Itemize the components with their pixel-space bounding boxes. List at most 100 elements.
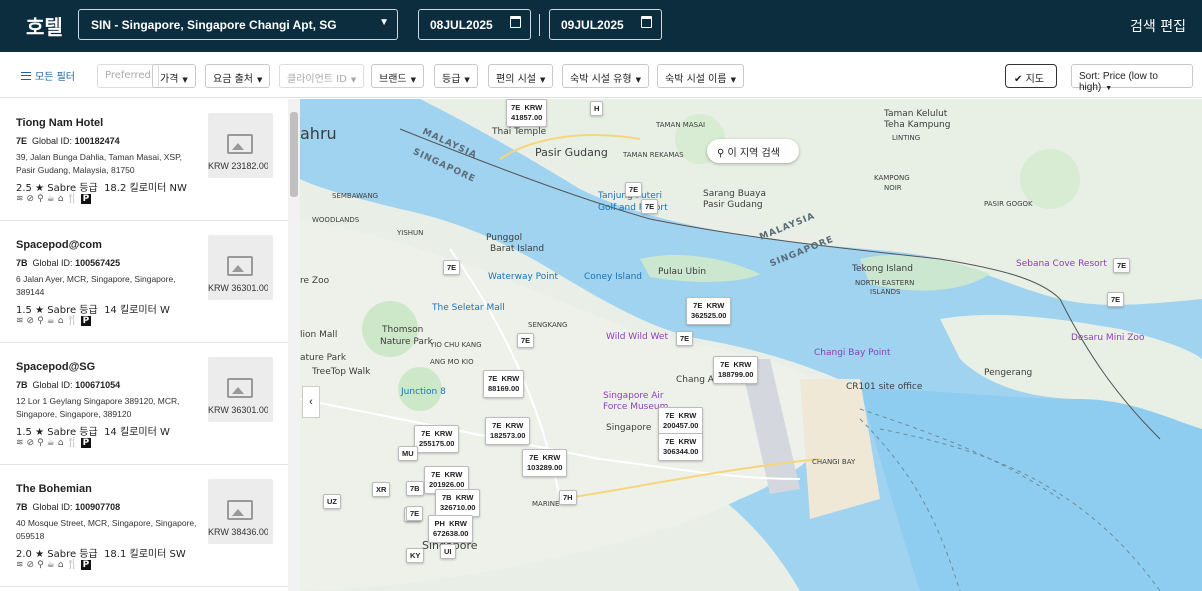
map-marker[interactable]: 7E: [406, 506, 424, 521]
grade-text: Sabre 등급: [47, 549, 98, 560]
map-label: SEMBAWANG: [332, 192, 379, 200]
map-label: ature Park: [300, 353, 347, 363]
hotel-ids: 7B Global ID: 100671054: [16, 380, 120, 390]
price-pin[interactable]: 7E KRW 103289.00: [522, 449, 568, 477]
location-select[interactable]: SIN - Singapore, Singapore Changi Apt, S…: [78, 9, 398, 40]
hotel-rating-row: 1.5 ★ Sabre 등급 14 킬로미터 W: [16, 301, 170, 316]
hotel-name[interactable]: Spacepod@com: [16, 239, 102, 251]
map-marker[interactable]: 7E: [641, 199, 659, 214]
price-pin[interactable]: 7E KRW 182573.00: [485, 417, 531, 445]
map-marker[interactable]: 7B: [406, 481, 424, 496]
hotel-name[interactable]: Spacepod@SG: [16, 361, 95, 373]
rate-source-filter[interactable]: 요금 출처 ▼: [205, 64, 271, 88]
chevron-down-icon: ▼: [1105, 85, 1113, 92]
map-label: Singapore Air: [603, 391, 664, 401]
price-pin[interactable]: 7E KRW 41857.00: [506, 99, 548, 127]
pin-code: 7E KRW: [527, 453, 562, 463]
hotel-card[interactable]: The Bohemian 7B Global ID: 100907708 40 …: [0, 465, 288, 587]
price-pin[interactable]: 7E KRW 255175.00: [414, 425, 460, 453]
price-pin[interactable]: 7E KRW 200457.00: [658, 407, 704, 435]
map-label: Singapore: [606, 423, 652, 433]
parking-icon: P: [80, 438, 92, 448]
price-pin[interactable]: PH KRW 672638.00: [428, 515, 474, 543]
global-id: 100907708: [75, 502, 121, 512]
brand-filter[interactable]: 브랜드 ▼: [371, 64, 424, 88]
grade-text: Sabre 등급: [47, 183, 98, 194]
price-pin[interactable]: 7E KRW 362525.00: [686, 297, 732, 325]
preferred-filter[interactable]: Preferred: [97, 64, 159, 88]
grade-filter[interactable]: 등급 ▼: [434, 64, 478, 88]
map-toggle[interactable]: ✔ 지도: [1005, 64, 1057, 88]
price-filter[interactable]: 가격 ▼: [152, 64, 196, 88]
hotel-name[interactable]: The Bohemian: [16, 483, 92, 495]
price-pin[interactable]: 7E KRW 188799.00: [713, 356, 759, 384]
star-icon: ★: [35, 305, 45, 316]
star-icon: ★: [35, 183, 45, 194]
map-label: Thomson: [382, 325, 424, 335]
map-marker[interactable]: KY: [406, 548, 425, 563]
pin-currency: KRW: [434, 429, 453, 438]
map-label: LINTING: [892, 134, 921, 142]
map-marker[interactable]: UZ: [323, 494, 341, 509]
map-label: Sebana Cove Resort: [1016, 259, 1107, 269]
map-marker[interactable]: MU: [398, 446, 418, 461]
map-label: Pasir Gudang: [703, 200, 763, 210]
hotel-rating-row: 2.0 ★ Sabre 등급 18.1 킬로미터 SW: [16, 545, 186, 560]
hotel-card[interactable]: Spacepod@SG 7B Global ID: 100671054 12 L…: [0, 343, 288, 465]
map-marker[interactable]: 7E: [1113, 258, 1131, 273]
hotel-address: 12 Lor 1 Geylang Singapore 389120, MCR, …: [16, 396, 180, 419]
map-marker[interactable]: UI: [440, 544, 456, 559]
map-label: ISLANDS: [870, 288, 901, 296]
hotel-card[interactable]: Tiong Nam Hotel 7E Global ID: 100182474 …: [0, 99, 288, 221]
price-pin[interactable]: 7E KRW 306344.00: [658, 433, 704, 461]
property-type-filter[interactable]: 숙박 시설 유형 ▼: [562, 64, 649, 88]
filter-icon: [21, 71, 31, 80]
search-this-area-button[interactable]: ⚲ 이 지역 검색: [707, 139, 799, 163]
location-value: SIN - Singapore, Singapore Changi Apt, S…: [91, 18, 337, 32]
hotel-address: 39, Jalan Bunga Dahlia, Taman Masai, XSP…: [16, 152, 183, 175]
hotel-address: 40 Mosque Street, MCR, Singapore, Singap…: [16, 518, 197, 541]
map-marker[interactable]: H: [590, 101, 604, 116]
chevron-down-icon: ▼: [182, 76, 188, 84]
checkin-date-field[interactable]: 08JUL2025: [418, 9, 531, 40]
map-view[interactable]: Pasir Gudang TAMAN REKAMAS TAMAN MASAI T…: [300, 99, 1202, 591]
map-label: Punggol: [486, 233, 523, 243]
map-label: NOIR: [884, 184, 902, 192]
map-marker[interactable]: 7H: [559, 490, 577, 505]
map-marker[interactable]: 7E: [1107, 292, 1125, 307]
grade-text: Sabre 등급: [47, 305, 98, 316]
rating-value: 2.0: [16, 549, 32, 560]
amenities-filter[interactable]: 편의 시설 ▼: [488, 64, 554, 88]
price-pin[interactable]: 7E KRW 88169.00: [483, 370, 525, 398]
pin-currency: KRW: [444, 470, 463, 479]
pin-currency: KRW: [524, 103, 543, 112]
hotel-ids: 7B Global ID: 100907708: [16, 502, 120, 512]
list-scroll-thumb[interactable]: [290, 112, 298, 197]
sort-select[interactable]: Sort: Price (low to high) ▼: [1071, 64, 1193, 93]
map-marker[interactable]: XR: [372, 482, 391, 497]
property-name-filter[interactable]: 숙박 시설 이름 ▼: [657, 64, 744, 88]
map-marker[interactable]: 7E: [625, 182, 643, 197]
pin-code: 7B KRW: [440, 493, 475, 503]
all-filters-button[interactable]: 모든 필터: [21, 68, 75, 83]
hotel-price: KRW 38436.00: [208, 527, 268, 537]
pin-code: 7E KRW: [691, 301, 726, 311]
pin-chain: 7E: [529, 453, 539, 462]
amenities-label: 편의 시설: [496, 74, 536, 85]
map-marker[interactable]: 7E: [443, 260, 461, 275]
pin-price: 188799.00: [718, 370, 754, 379]
global-id: 100567425: [75, 258, 121, 268]
edit-search-button[interactable]: 검색 편집: [1130, 16, 1186, 36]
hotel-card[interactable]: Spacepod@com 7B Global ID: 100567425 6 J…: [0, 221, 288, 343]
client-id-filter[interactable]: 클라이언트 ID ▼: [279, 64, 365, 88]
checkout-date-field[interactable]: 09JUL2025: [549, 9, 662, 40]
map-marker[interactable]: 7E: [676, 331, 694, 346]
map-label: Nature Park: [380, 337, 433, 347]
client-id-label: 클라이언트 ID: [287, 74, 347, 85]
map-marker[interactable]: 7E: [517, 333, 535, 348]
hotel-name[interactable]: Tiong Nam Hotel: [16, 117, 103, 129]
map-label: lion Mall: [300, 330, 338, 340]
price-pin[interactable]: 7B KRW 326710.00: [435, 489, 481, 517]
amenity-icons: ≋⊘⚲☕⌂🍴 P: [16, 194, 92, 204]
collapse-list-button[interactable]: ‹: [302, 386, 320, 418]
